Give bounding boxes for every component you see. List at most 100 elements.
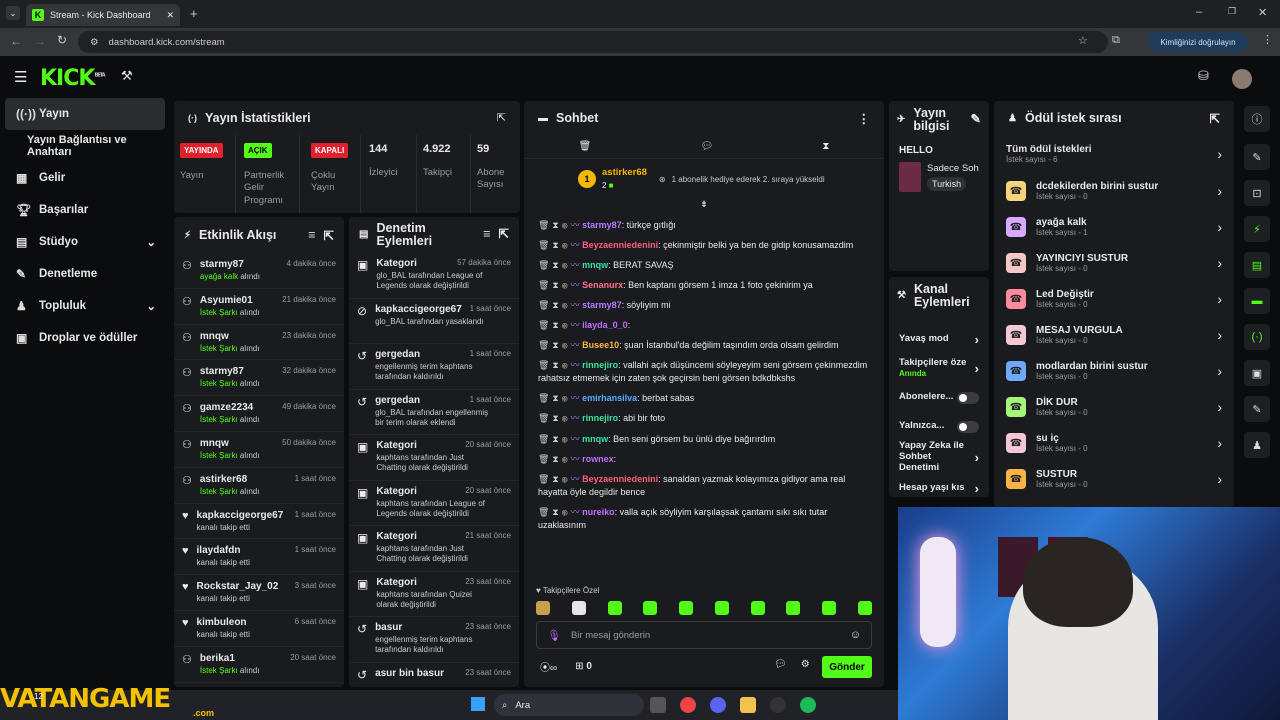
chat-username[interactable]: rownex (582, 454, 614, 464)
task-view-icon[interactable] (650, 697, 666, 713)
mod-action-row[interactable]: ▣ Kategori 20 saat önce kaphtans tarafından… (349, 435, 519, 481)
chat-message[interactable]: 🗑︎⧗⊛〰 rinnejiro: abi bir foto (524, 412, 884, 425)
nav-item-drops[interactable]: ▣ Droplar ve ödüller (0, 322, 170, 354)
scroll-arrow-icon[interactable]: ⇟ (524, 199, 884, 215)
chat-icon[interactable]: ▬ (1244, 288, 1270, 314)
chat-message[interactable]: 🗑︎⧗⊛〰 ilayda_0_0: (524, 319, 884, 332)
discord-icon[interactable] (710, 697, 726, 713)
reload-icon[interactable]: ↻ (57, 33, 67, 47)
hamburger-menu-icon[interactable]: ☰ (14, 68, 27, 86)
chat-message[interactable]: 🗑︎⧗⊛〰 rownex: (524, 453, 884, 466)
chat-username[interactable]: Busee10 (582, 340, 619, 350)
mod-action-row[interactable]: ↺ gergedan 1 saat önce engellenmiş terim ka… (349, 344, 519, 390)
emote-icon[interactable] (822, 601, 837, 615)
mod-action-row[interactable]: ⊘ kapkaccigeorge67 1 saat önce glo_BAL tara… (349, 299, 519, 344)
taskbar-search[interactable]: ⌕ Ara (494, 694, 644, 716)
nav-item-community[interactable]: ♟ Topluluk ⌄ (0, 290, 170, 322)
wrench-icon[interactable]: ✎ (1244, 396, 1270, 422)
event-row[interactable]: ⚇ starmy87 ayağa kalk alındı 4 dakika önce (174, 253, 344, 289)
emote-icon[interactable] (607, 601, 622, 615)
event-row[interactable]: ♥ kapkaccigeorge67 kanalı takip etti 1 saat… (174, 504, 344, 540)
emote-icon[interactable] (536, 601, 550, 615)
mod-tools-icon[interactable]: 🗑︎⧗⊛ (538, 340, 571, 350)
chat-message[interactable]: 🗑︎⧗⊛〰 mnqw: Ben seni görsem bu ünlü diye… (524, 433, 884, 446)
settings-gear-icon[interactable]: ⚙ (801, 659, 810, 670)
minimize-icon[interactable]: – (1196, 6, 1202, 18)
spotify-icon[interactable] (800, 697, 816, 713)
lightning-icon[interactable]: ⚡︎ (1244, 216, 1270, 242)
channel-action-item[interactable]: Yavaş mod › (899, 325, 979, 354)
chat-username[interactable]: Beyzaenniedenini (582, 474, 658, 484)
chat-username[interactable]: starmy87 (582, 300, 622, 310)
all-rewards-row[interactable]: Tüm ödül istekleri İstek sayısı - 6 › (994, 135, 1234, 173)
event-row[interactable]: ⚇ astirker68 İstek Şarkı alındı 1 saat önce (174, 468, 344, 504)
url-field[interactable]: ⚙ dashboard.kick.com/stream (78, 31, 1108, 53)
event-row[interactable]: ⚇ berika1 İstek Şarkı alındı 20 saat önce (174, 647, 344, 683)
mod-tools-icon[interactable]: 🗑︎⧗⊛ (538, 360, 571, 370)
hourglass-icon[interactable]: ⧗ (822, 141, 829, 152)
reward-row[interactable]: ☎ modlardan birini sustur İstek sayısı - 0… (994, 353, 1234, 389)
mod-tools-icon[interactable]: 🗑︎⧗⊛ (538, 320, 571, 330)
reward-row[interactable]: ☎ Led Değiştir İstek sayısı - 0 › (994, 281, 1234, 317)
chat-username[interactable]: Senanurx (582, 280, 623, 290)
reward-row[interactable]: ☎ DİK DUR İstek sayısı - 0 › (994, 389, 1234, 425)
tab-search-icon[interactable]: ⌄ (6, 6, 20, 20)
event-row[interactable]: ♥ kimbuleon kanalı takip etti 6 saat önce (174, 611, 344, 647)
event-row[interactable]: ⚇ mnqw İstek Şarkı alındı 23 dakika önce (174, 325, 344, 361)
reward-row[interactable]: ☎ SUSTUR İstek sayısı - 0 › (994, 461, 1234, 497)
trash-icon[interactable]: 🗑︎ (579, 141, 592, 152)
mod-tools-icon[interactable]: 🗑︎⧗⊛ (538, 220, 571, 230)
event-row[interactable]: ⚇ mnqw İstek Şarkı alındı 50 dakika önce (174, 432, 344, 468)
popout-icon[interactable]: ⇱ (499, 228, 509, 241)
reward-row[interactable]: ☎ su iç İstek sayısı - 0 › (994, 425, 1234, 461)
nav-item-moderation[interactable]: ✎ Denetleme (0, 258, 170, 290)
chat-message[interactable]: 🗑︎⧗⊛〰 Senanurx: Ben kaptanı görsem 1 imz… (524, 279, 884, 292)
popout-icon[interactable]: ⇱ (497, 111, 506, 124)
points-icon[interactable]: ⦿∞ (540, 659, 557, 674)
chat-username[interactable]: nureiko (582, 507, 615, 517)
chat-bubble-icon[interactable]: 💬︎ (700, 141, 713, 152)
nav-item-revenue[interactable]: ▦ Gelir (0, 162, 170, 194)
mod-tools-icon[interactable]: 🗑︎⧗⊛ (538, 240, 571, 250)
channel-action-item[interactable]: Yalnızca... (899, 412, 979, 441)
gift-box-icon[interactable]: ⊞ 0 (575, 661, 592, 672)
chrome-icon[interactable] (680, 697, 696, 713)
emote-icon[interactable] (679, 601, 694, 615)
filter-icon[interactable]: ≡ (308, 228, 315, 242)
collapse-icon[interactable]: ⊡ (1244, 180, 1270, 206)
file-explorer-icon[interactable] (740, 697, 756, 713)
verify-identity-button[interactable]: Kimliğinizi doğrulayın (1148, 32, 1248, 52)
channel-action-item[interactable]: Abonelere... (899, 383, 979, 412)
mod-tools-icon[interactable]: 🗑︎⧗⊛ (538, 260, 571, 270)
mod-action-row[interactable]: ▣ Kategori 20 saat önce kaphtans tarafından… (349, 481, 519, 526)
chat-message[interactable]: 🗑︎⧗⊛〰 Beyzaenniedenini: sanaldan yazmak … (524, 473, 884, 499)
reward-row[interactable]: ☎ ayağa kalk İstek sayısı - 1 › (994, 209, 1234, 245)
channel-action-item[interactable]: Hesap yaşı kıs › (899, 474, 979, 497)
toggle-switch[interactable] (957, 420, 979, 433)
chat-message[interactable]: 🗑︎⧗⊛〰 Busee10: şuan İstanbul'da değilim … (524, 339, 884, 352)
chat-username[interactable]: mnqw (582, 434, 608, 444)
nav-item-stream[interactable]: ((·)) Yayın (5, 98, 165, 130)
info-icon[interactable]: ⓘ (1244, 106, 1270, 132)
event-row[interactable]: ♥ Rockstar_Jay_02 kanalı takip etti 3 saat … (174, 575, 344, 611)
chat-settings-bubble-icon[interactable]: 💬︎ (774, 659, 787, 670)
channel-action-item[interactable]: Takipçilere öze Anında › (899, 354, 979, 383)
chat-username[interactable]: rinnejiro (582, 413, 618, 423)
channel-action-item[interactable]: Yapay Zeka ile Sohbet Denetimi › (899, 440, 979, 474)
browser-menu-icon[interactable]: ⋮ (1262, 33, 1273, 46)
site-info-icon[interactable]: ⚙ (90, 37, 99, 48)
browser-tab[interactable]: K Stream - Kick Dashboard ✕ (26, 4, 180, 26)
mod-tools-icon[interactable]: 🗑︎⧗⊛ (538, 413, 571, 423)
obs-icon[interactable] (770, 697, 786, 713)
close-window-icon[interactable]: ✕ (1258, 6, 1267, 19)
mod-tools-icon[interactable]: 🗑︎⧗⊛ (538, 454, 571, 464)
creator-tools-icon[interactable]: ⚒ (121, 68, 133, 84)
edit-icon[interactable]: ✎ (1244, 144, 1270, 170)
mod-action-row[interactable]: ↺ basur 23 saat önce engellenmiş terim kaph… (349, 617, 519, 663)
broadcast-icon[interactable]: (·) (1244, 324, 1270, 350)
emote-icon[interactable] (571, 601, 586, 615)
reward-row[interactable]: ☎ YAYINCIYI SUSTUR İstek sayısı - 0 › (994, 245, 1234, 281)
close-tab-icon[interactable]: ✕ (166, 10, 174, 21)
kick-logo[interactable]: KICKBETA (40, 66, 106, 91)
toggle-switch[interactable] (957, 391, 979, 404)
